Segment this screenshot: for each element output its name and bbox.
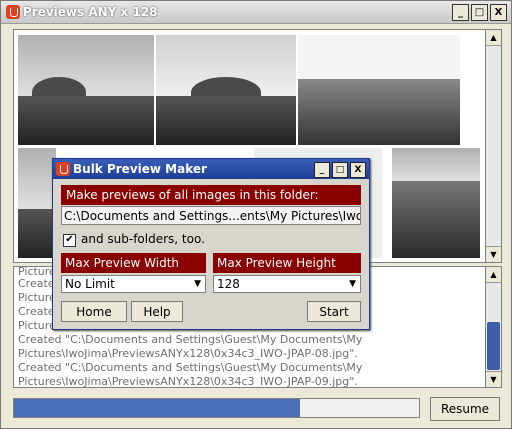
scroll-up-icon[interactable]: ▲ xyxy=(486,30,501,46)
dialog-title: Bulk Preview Maker xyxy=(73,162,207,176)
scrollbar-thumb[interactable] xyxy=(487,322,500,370)
thumbnail-image[interactable] xyxy=(18,35,154,145)
log-line: Pictures\IwoJima\PreviewsANYx128\0x34c3_… xyxy=(18,347,358,360)
title-bar[interactable]: Previews ANY x 128 _ □ X xyxy=(1,1,511,24)
progress-fill xyxy=(14,399,300,417)
thumbnail-image[interactable] xyxy=(392,148,480,258)
folder-label: Make previews of all images in this fold… xyxy=(61,185,361,205)
dialog-minimize-button[interactable]: _ xyxy=(314,162,330,178)
max-width-label: Max Preview Width xyxy=(61,253,206,273)
scroll-up-icon[interactable]: ▲ xyxy=(486,267,501,283)
maximize-button[interactable]: □ xyxy=(471,4,488,21)
java-icon xyxy=(56,162,70,176)
log-line: Picture xyxy=(18,319,56,332)
log-line: Pictures\IwoJima\PreviewsANYx128\0x34c3_… xyxy=(18,375,358,388)
close-button[interactable]: X xyxy=(490,4,507,21)
dialog-maximize-button[interactable]: □ xyxy=(332,162,348,178)
progress-bar xyxy=(13,398,420,418)
log-scrollbar[interactable]: ▲ ▼ xyxy=(485,266,502,388)
max-height-select[interactable]: 128 ▼ xyxy=(213,275,361,293)
java-icon xyxy=(6,5,20,19)
window-title: Previews ANY x 128 xyxy=(23,5,158,19)
log-line: Picture xyxy=(18,291,56,304)
max-width-value: No Limit xyxy=(65,277,115,291)
bulk-preview-dialog: Bulk Preview Maker _ □ X Make previews o… xyxy=(52,158,370,330)
dialog-close-button[interactable]: X xyxy=(350,162,366,178)
dialog-title-bar[interactable]: Bulk Preview Maker _ □ X xyxy=(53,159,369,179)
thumbnail-image[interactable] xyxy=(298,35,460,145)
scroll-down-icon[interactable]: ▼ xyxy=(486,246,501,262)
start-button[interactable]: Start xyxy=(307,301,361,322)
main-window: Previews ANY x 128 _ □ X ▲ ▼ Picture Cre… xyxy=(0,0,512,429)
resume-button[interactable]: Resume xyxy=(430,397,500,421)
chevron-down-icon: ▼ xyxy=(194,279,201,289)
thumbnail-scrollbar[interactable]: ▲ ▼ xyxy=(485,29,502,263)
scroll-down-icon[interactable]: ▼ xyxy=(486,371,501,387)
help-button[interactable]: Help xyxy=(131,301,183,322)
log-line: Created "C:\Documents and Settings\Guest… xyxy=(18,361,363,374)
home-button[interactable]: Home xyxy=(61,301,127,322)
thumbnail-image[interactable] xyxy=(18,148,56,258)
thumbnail-image[interactable] xyxy=(156,35,296,145)
minimize-button[interactable]: _ xyxy=(452,4,469,21)
folder-path-field[interactable]: C:\Documents and Settings...ents\My Pict… xyxy=(61,206,361,225)
max-height-value: 128 xyxy=(217,277,240,291)
log-line: Created "C:\Documents and Settings\Guest… xyxy=(18,333,363,346)
max-height-label: Max Preview Height xyxy=(213,253,361,273)
chevron-down-icon: ▼ xyxy=(349,279,356,289)
max-width-select[interactable]: No Limit ▼ xyxy=(61,275,206,293)
subfolders-label[interactable]: and sub-folders, too. xyxy=(81,232,205,246)
subfolders-checkbox[interactable]: ✔ xyxy=(63,234,76,247)
